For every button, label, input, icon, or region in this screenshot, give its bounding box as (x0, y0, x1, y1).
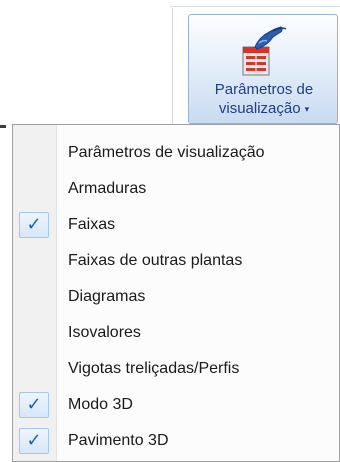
display-parameters-dropdown-menu: Parâmetros de visualização Armaduras ✓ F… (12, 124, 340, 462)
app-stage: Parâmetros de visualização ▾ Parâmetros d… (0, 0, 340, 462)
chevron-down-icon[interactable]: ▾ (305, 104, 310, 114)
display-parameters-icon (242, 26, 287, 76)
ribbon-top-border (170, 6, 340, 7)
menu-item-isovalues[interactable]: Isovalores (13, 315, 339, 351)
menu-item-label: Armaduras (68, 180, 147, 197)
menu-item-3d-mode[interactable]: ✓ Modo 3D (13, 387, 339, 423)
checkmark-icon: ✓ (19, 428, 49, 454)
checkmark-icon: ✓ (19, 212, 49, 238)
ribbon-group-separator (172, 8, 173, 128)
menu-item-label: Vigotas treliçadas/Perfis (68, 360, 240, 377)
menu-item-label: Faixas (68, 216, 116, 233)
menu-item-label: Diagramas (68, 288, 146, 305)
display-parameters-label-text: visualização (218, 100, 301, 117)
menu-item-strips[interactable]: ✓ Faixas (13, 207, 339, 243)
menu-item-diagrams[interactable]: Diagramas (13, 279, 339, 315)
menu-item-label: Isovalores (68, 324, 141, 341)
checkmark-icon: ✓ (19, 392, 49, 418)
display-parameters-label-line2: visualização ▾ (189, 100, 339, 118)
menu-item-label: Pavimento 3D (68, 432, 169, 449)
menu-item-label: Faixas de outras plantas (68, 252, 243, 269)
menu-item-lattice-joists[interactable]: Vigotas treliçadas/Perfis (13, 351, 339, 387)
display-parameters-button[interactable]: Parâmetros de visualização ▾ (188, 14, 338, 124)
menu-item-3d-floor[interactable]: ✓ Pavimento 3D (13, 423, 339, 459)
menu-item-label: Modo 3D (68, 396, 133, 413)
display-parameters-label-line1: Parâmetros de (214, 81, 314, 98)
menu-item-label: Parâmetros de visualização (68, 144, 265, 161)
menu-item-display-parameters[interactable]: Parâmetros de visualização (13, 135, 339, 171)
menu-item-reinforcement[interactable]: Armaduras (13, 171, 339, 207)
background-edge-mark (0, 125, 6, 128)
menu-item-strips-other-plans[interactable]: Faixas de outras plantas (13, 243, 339, 279)
